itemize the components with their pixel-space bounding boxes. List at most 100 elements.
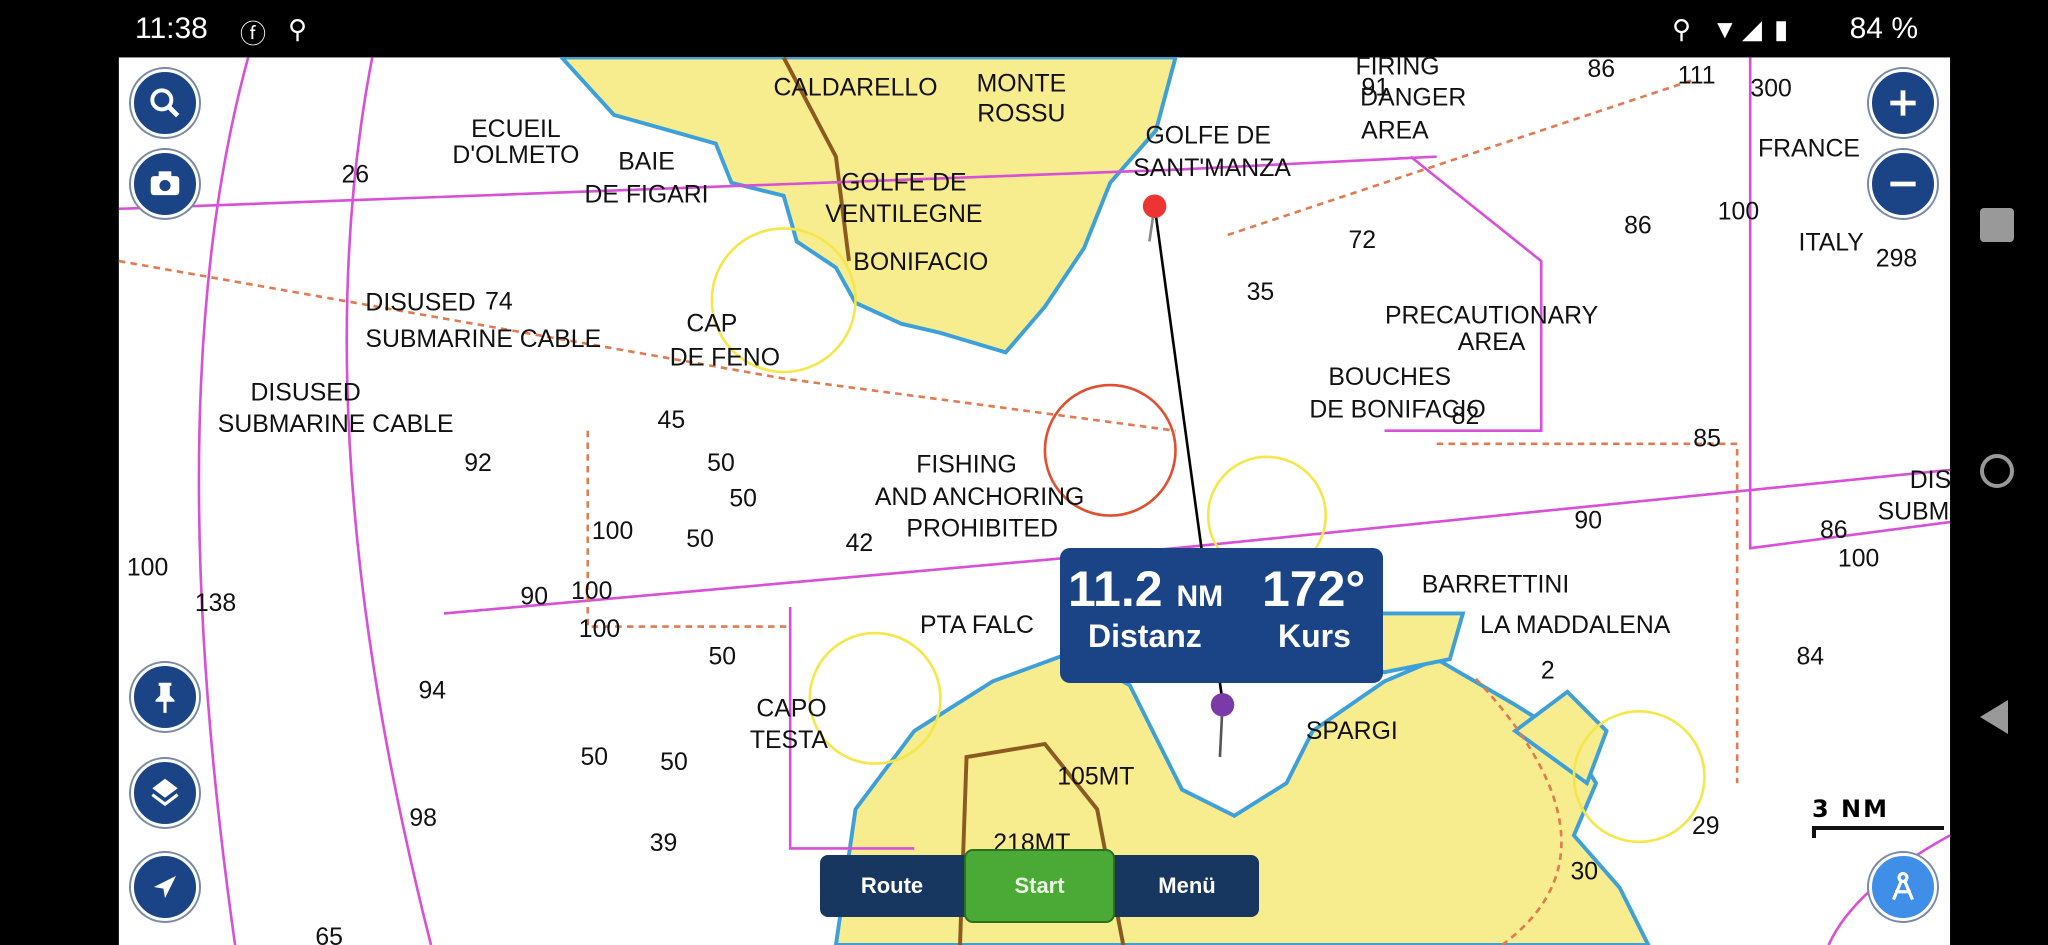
menu-button[interactable]: Menü bbox=[1115, 855, 1259, 917]
home-button[interactable] bbox=[1980, 454, 2014, 488]
zoom-in-button[interactable] bbox=[1869, 69, 1937, 137]
chart-place-label: CAP bbox=[686, 311, 737, 338]
depth-sounding: 50 bbox=[580, 744, 608, 771]
chart-place-label: BARRETTINI bbox=[1422, 572, 1569, 599]
depth-sounding: 138 bbox=[195, 590, 236, 617]
depth-sounding: 100 bbox=[1838, 545, 1879, 572]
depth-sounding: 86 bbox=[1588, 56, 1616, 83]
pushpin-icon bbox=[155, 682, 175, 713]
depth-sounding: 100 bbox=[592, 518, 633, 545]
navigate-button[interactable] bbox=[131, 853, 199, 921]
depth-sounding: 100 bbox=[579, 616, 620, 643]
scale-label: 3 NM bbox=[1812, 795, 1890, 823]
depth-sounding: 45 bbox=[658, 407, 686, 434]
course-value: 172° bbox=[1262, 561, 1366, 617]
depth-sounding: 300 bbox=[1750, 76, 1791, 103]
depth-sounding: 98 bbox=[409, 805, 437, 832]
chart-place-label: DE FIGARI bbox=[585, 181, 709, 208]
depth-sounding: 90 bbox=[520, 583, 548, 610]
chart-place-label: PRECAUTIONARY bbox=[1385, 303, 1598, 330]
depth-sounding: 85 bbox=[1693, 425, 1721, 452]
depth-sounding: 86 bbox=[1820, 517, 1848, 544]
depth-sounding: 50 bbox=[729, 485, 757, 512]
measure-readout: 11.2 NM 172° Distanz Kurs bbox=[1060, 548, 1383, 683]
depth-sounding: 65 bbox=[315, 924, 343, 945]
depth-sounding: 111 bbox=[1678, 63, 1716, 90]
depth-sounding: 91 bbox=[1362, 74, 1390, 101]
depth-sounding: 84 bbox=[1796, 643, 1824, 670]
depth-sounding: 100 bbox=[127, 555, 168, 582]
chart-place-label: SUBMARINE CABLE bbox=[365, 326, 601, 353]
depth-sounding: 50 bbox=[708, 643, 736, 670]
facebook-icon: ⓕ bbox=[240, 19, 267, 49]
chart-place-label: VENTILEGNE bbox=[825, 201, 982, 228]
chart-place-label: MONTE bbox=[977, 70, 1067, 97]
nautical-chart[interactable]: ECUEILD'OLMETO BAIE DE FIGARI MONTE ROSSU CAL… bbox=[0, 0, 2048, 945]
measure-tool-button[interactable] bbox=[1869, 853, 1937, 921]
depth-sounding: 50 bbox=[660, 749, 688, 776]
wifi-icon: ▼ bbox=[1712, 14, 1738, 44]
plus-icon bbox=[1890, 90, 1916, 116]
start-button[interactable]: Start bbox=[964, 849, 1115, 923]
depth-sounding: 42 bbox=[846, 530, 874, 557]
recents-button[interactable] bbox=[1980, 208, 2014, 242]
signal-icon: ◢ bbox=[1742, 14, 1762, 44]
chart-place-label: DE FENO bbox=[670, 344, 780, 371]
distance-label: Distanz bbox=[1088, 618, 1202, 654]
chart-place-label: GOLFE DE bbox=[841, 170, 966, 197]
depth-sounding: 26 bbox=[341, 162, 369, 189]
chart-place-label: BOUCHES bbox=[1328, 364, 1451, 391]
location-outline-icon: ⚲ bbox=[1672, 14, 1692, 44]
chart-place-label: PTA FALC bbox=[920, 612, 1034, 639]
depth-sounding: 100 bbox=[1718, 198, 1759, 225]
search-button[interactable] bbox=[131, 69, 199, 137]
chart-place-label: CALDARELLO bbox=[773, 74, 937, 101]
distance-value: 11.2 NM bbox=[1068, 561, 1224, 617]
battery-level: 84 % bbox=[1849, 12, 1918, 45]
route-button[interactable]: Route bbox=[820, 855, 964, 917]
chart-place-label: DISUSED bbox=[250, 380, 360, 407]
depth-sounding: 94 bbox=[419, 677, 447, 704]
chart-place-label: FRANCE bbox=[1758, 136, 1860, 163]
chart-place-label: D'OLMETO bbox=[452, 142, 579, 169]
depth-sounding: 82 bbox=[1452, 403, 1480, 430]
depth-sounding: 90 bbox=[1574, 508, 1602, 535]
pin-button[interactable] bbox=[131, 663, 199, 731]
camera-icon bbox=[150, 171, 180, 196]
chart-place-label: LA MADDALENA bbox=[1480, 612, 1671, 639]
zoom-out-button[interactable] bbox=[1869, 150, 1937, 218]
chart-place-label: DIS bbox=[1910, 467, 1951, 494]
chart-place-label: ITALY bbox=[1799, 230, 1864, 257]
chart-place-label: AREA bbox=[1361, 117, 1429, 144]
depth-sounding: 298 bbox=[1876, 245, 1917, 272]
depth-sounding: 29 bbox=[1692, 813, 1720, 840]
chart-place-label: SUBMARINE CABLE bbox=[218, 411, 454, 438]
scale-bar bbox=[1812, 826, 1944, 838]
screenshot-button[interactable] bbox=[131, 150, 199, 218]
chart-place-label: 105MT bbox=[1057, 763, 1134, 790]
chart-place-label: PROHIBITED bbox=[906, 515, 1058, 542]
search-icon bbox=[150, 88, 180, 118]
depth-sounding: 2 bbox=[1541, 658, 1555, 685]
chart-place-label: TESTA bbox=[750, 727, 829, 754]
depth-sounding: 50 bbox=[707, 450, 735, 477]
battery-icon: ▮ bbox=[1774, 14, 1789, 44]
chart-place-label: ROSSU bbox=[977, 100, 1065, 127]
chart-place-label: SUBM bbox=[1878, 498, 1950, 525]
depth-sounding: 30 bbox=[1571, 859, 1599, 886]
layers-button[interactable] bbox=[131, 759, 199, 827]
status-bar: 11:38 ⓕ ⚲ ⚲ ▼ ◢ ▮ 84 % bbox=[0, 0, 2048, 57]
depth-sounding: 72 bbox=[1348, 227, 1376, 254]
chart-place-label: FISHING bbox=[916, 452, 1017, 479]
navigation-arrow-icon bbox=[153, 875, 177, 899]
minus-icon bbox=[1890, 181, 1916, 187]
compass-divider-icon bbox=[1892, 871, 1914, 901]
depth-sounding: 39 bbox=[650, 830, 678, 857]
clock: 11:38 bbox=[135, 12, 208, 45]
back-button[interactable] bbox=[1980, 700, 2008, 734]
chart-place-label: CAPO bbox=[756, 696, 826, 723]
chart-place-label: BAIE bbox=[618, 149, 675, 176]
depth-sounding: 74 bbox=[485, 288, 513, 315]
chart-place-label: GOLFE DE bbox=[1145, 123, 1270, 150]
depth-sounding: 100 bbox=[571, 578, 612, 605]
